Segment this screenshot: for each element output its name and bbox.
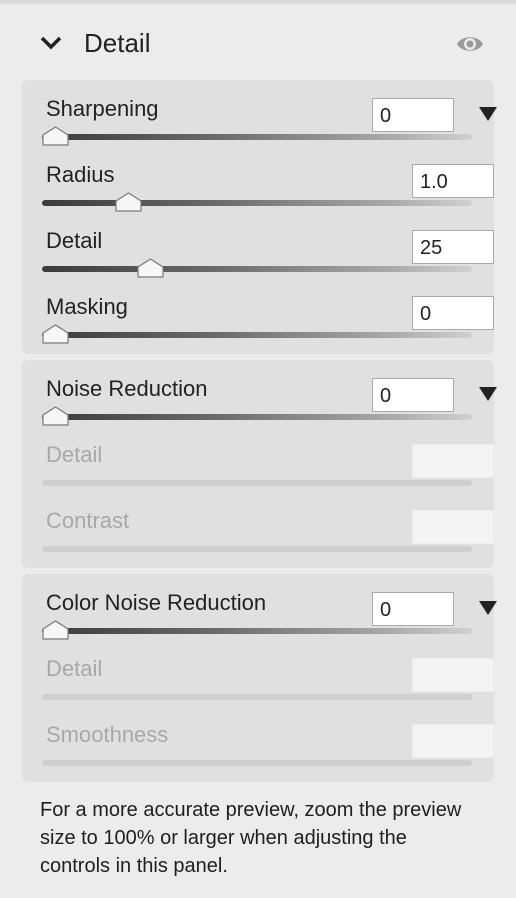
noise-reduction-value-field[interactable]: 0 xyxy=(372,378,454,412)
color-noise-reduction-value-field[interactable]: 0 xyxy=(372,592,454,626)
eye-icon[interactable] xyxy=(456,32,484,56)
noise-reduction-group: Noise Reduction 0 Detail Contrast xyxy=(22,360,497,568)
color-noise-reduction-group: Color Noise Reduction 0 Detail Smoothnes… xyxy=(22,574,497,782)
radius-row: Radius 1.0 xyxy=(42,154,494,220)
sharpening-slider-track[interactable] xyxy=(42,134,472,140)
detail-row: Detail 25 xyxy=(42,220,494,286)
noise-reduction-menu-icon[interactable] xyxy=(478,386,498,402)
sharpening-group: Sharpening 0 Radius 1.0 Detail 25 Maskin… xyxy=(22,80,497,354)
masking-slider-thumb[interactable] xyxy=(42,324,69,344)
noise-contrast-label: Contrast xyxy=(46,508,130,533)
noise-detail-slider-track xyxy=(42,480,472,486)
panel-header[interactable]: Detail xyxy=(0,4,516,76)
color-noise-reduction-slider-thumb[interactable] xyxy=(42,620,69,640)
radius-slider-track[interactable] xyxy=(42,200,472,206)
noise-contrast-slider-track xyxy=(42,546,472,552)
sharpening-menu-icon[interactable] xyxy=(478,106,498,122)
sharpening-value-field[interactable]: 0 xyxy=(372,98,454,132)
masking-slider-track[interactable] xyxy=(42,332,472,338)
color-smoothness-label: Smoothness xyxy=(46,722,169,747)
noise-detail-label: Detail xyxy=(46,442,103,467)
color-detail-row: Detail xyxy=(42,648,494,714)
noise-reduction-label: Noise Reduction xyxy=(46,376,208,401)
color-noise-reduction-row: Color Noise Reduction 0 xyxy=(42,582,497,648)
noise-reduction-slider-thumb[interactable] xyxy=(42,406,69,426)
detail-slider-thumb[interactable] xyxy=(137,258,164,278)
color-detail-label: Detail xyxy=(46,656,103,681)
color-detail-value-field xyxy=(412,658,494,692)
preview-note: For a more accurate preview, zoom the pr… xyxy=(40,799,462,877)
sharpening-slider-thumb[interactable] xyxy=(42,126,69,146)
radius-slider-thumb[interactable] xyxy=(115,192,142,212)
masking-label: Masking xyxy=(46,294,128,319)
radius-label: Radius xyxy=(46,162,115,187)
color-smoothness-slider-track xyxy=(42,760,472,766)
color-detail-slider-track xyxy=(42,694,472,700)
noise-reduction-row: Noise Reduction 0 xyxy=(42,368,497,434)
masking-value-field[interactable]: 0 xyxy=(412,296,494,330)
color-noise-reduction-menu-icon[interactable] xyxy=(478,600,498,616)
noise-detail-row: Detail xyxy=(42,434,494,500)
chevron-down-icon[interactable] xyxy=(40,36,62,50)
panel-title: Detail xyxy=(84,28,151,58)
noise-detail-value-field xyxy=(412,444,494,478)
noise-reduction-slider-track[interactable] xyxy=(42,414,472,420)
detail-label: Detail xyxy=(46,228,103,253)
color-smoothness-row: Smoothness xyxy=(42,714,494,780)
radius-value-field[interactable]: 1.0 xyxy=(412,164,494,198)
detail-slider-track[interactable] xyxy=(42,266,472,272)
color-noise-reduction-label: Color Noise Reduction xyxy=(46,590,267,615)
noise-contrast-row: Contrast xyxy=(42,500,494,566)
detail-value-field[interactable]: 25 xyxy=(412,230,494,264)
color-noise-reduction-slider-track[interactable] xyxy=(42,628,472,634)
masking-row: Masking 0 xyxy=(42,286,494,352)
sharpening-label: Sharpening xyxy=(46,96,159,121)
noise-contrast-value-field xyxy=(412,510,494,544)
color-smoothness-value-field xyxy=(412,724,494,758)
sharpening-row: Sharpening 0 xyxy=(42,88,497,154)
